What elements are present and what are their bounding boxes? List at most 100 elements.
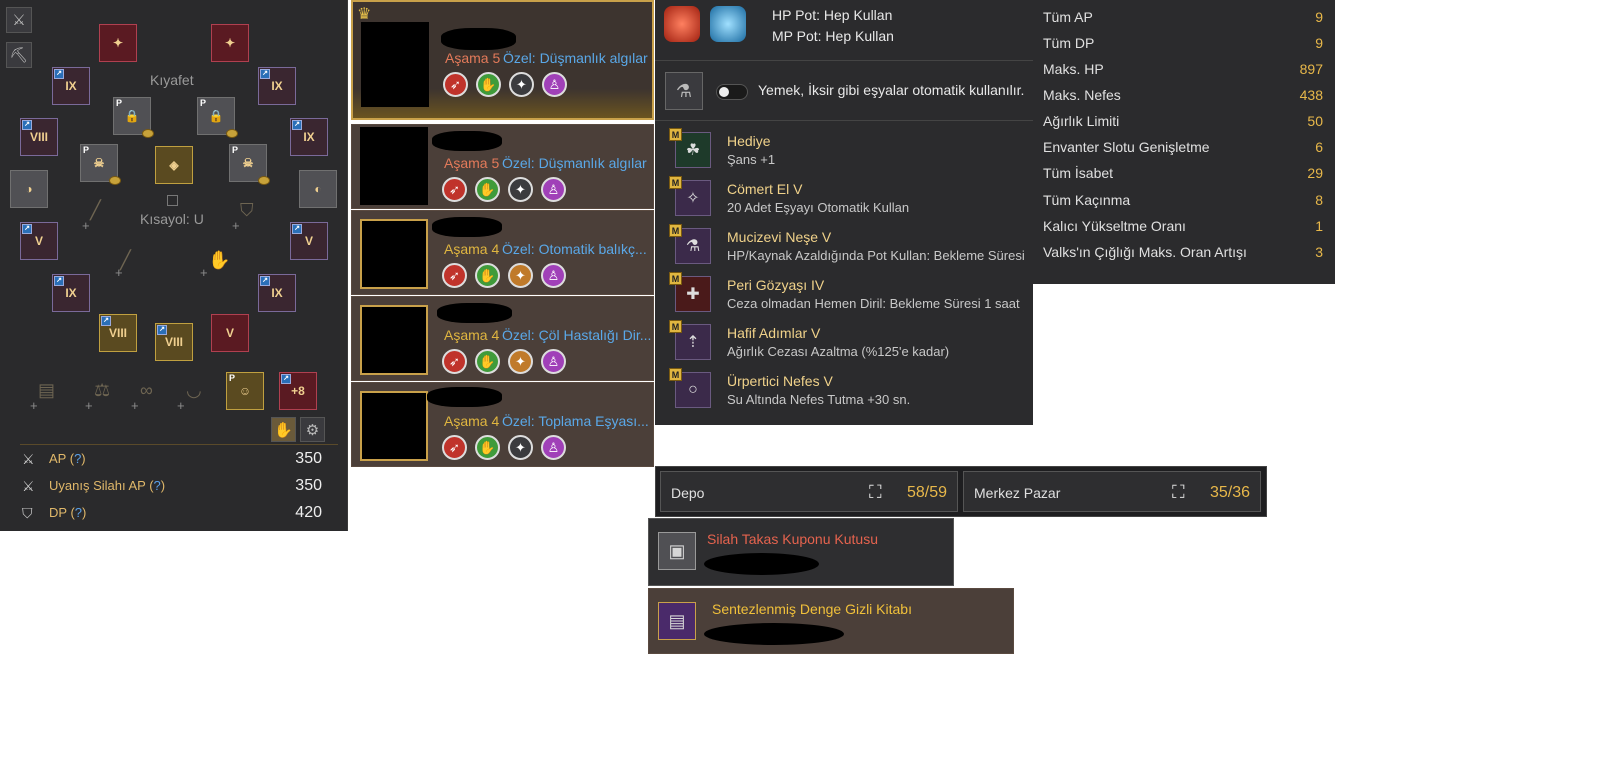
pickaxe-icon[interactable]: ⛏ [6,42,32,68]
mp-potion-icon[interactable] [710,6,746,42]
slot-main-weapon[interactable]: V [211,314,249,352]
hand-skill-icon: ✋ [475,349,500,374]
slot-shoes[interactable]: ↗ VIII [99,314,137,352]
slot-belt-left[interactable]: ↗ VIII [20,118,58,156]
m-badge: M [669,128,682,141]
slot-helmet-outfit[interactable]: ✦ [99,24,137,62]
divider [655,60,1033,61]
pet-card[interactable]: ♛ Aşama 5 Özel: Düşmanlık algılar ➶ ✋ ✦ ♙ [351,0,654,120]
hp-pot-setting[interactable]: HP Pot: Hep Kullan [772,7,892,23]
pet-card[interactable]: Aşama 4 Özel: Otomatik balıkç... ➶ ✋ ✦ ♙ [351,210,654,295]
outfit-label: Kıyafet [150,72,194,88]
pet-list: ♛ Aşama 5 Özel: Düşmanlık algılar ➶ ✋ ✦ ♙ A… [349,0,655,467]
hp-potion-icon[interactable] [664,6,700,42]
compass-skill-icon: ✦ [509,72,534,97]
sword-ghost-icon: ╱ [90,200,101,220]
pet-tier: Aşama 4 [444,241,500,257]
slot-armor-right[interactable]: ◐ [299,170,337,208]
fox-skill-icon: ➶ [442,349,467,374]
m-badge: M [669,176,682,189]
chest-icon: ▣ [658,532,696,570]
pet-special: Özel: Çöl Hastalığı Dir... [502,327,652,343]
slot-earring-left[interactable]: ↗ IX [52,67,90,105]
divider [20,444,338,445]
buff-item: ⇡ M Hafif Adımlar V Ağırlık Cezası Azaltma … [669,320,1039,366]
pet-card[interactable]: Aşama 5 Özel: Düşmanlık algılar ➶ ✋ ✦ ♙ [351,124,654,209]
slot-pet-2[interactable]: P ☠ [229,144,270,185]
storage-depo[interactable]: Depo ⛶ 58/59 [660,471,958,512]
gear-icon[interactable]: ⚙ [300,417,325,442]
buff-item: ✚ M Peri Gözyaşı IV Ceza olmadan Hemen Diri… [669,272,1039,318]
slot-pet-locked-1[interactable]: P 🔒 [113,97,154,138]
hand-skill-icon: ✋ [476,72,501,97]
bag-skill-icon: ♙ [541,177,566,202]
equipment-panel: ⚔ ⛏ Kıyafet Kısayol: U ✦ ✦ ↗ IX ↗ IX P 🔒 P 🔒… [0,0,348,531]
item-card[interactable]: ▤ Sentezlenmiş Denge Gizli Kitabı [648,588,1014,654]
redaction [437,303,512,323]
pet-skills: ➶ ✋ ✦ ♙ [442,263,566,288]
bag-icon: ⛶ [1172,482,1185,502]
lips-ghost-icon: ◡ [186,380,202,400]
stat-ap-value: 350 [295,450,322,467]
bonus-stats-panel: Tüm AP 9 Tüm DP 9 Maks. HP 897 Maks. Nefes 4… [1033,0,1335,284]
m-badge: M [669,320,682,333]
auto-use-toggle[interactable] [716,84,748,100]
slot-alchemy-stone[interactable]: ↗ +8 [279,372,317,410]
compass-skill-icon: ✦ [508,263,533,288]
outfit-checkbox[interactable] [167,195,178,206]
pet-tier: Aşama 4 [444,327,500,343]
slot-gloves[interactable]: ↗ IX [258,274,296,312]
slot-belt-right[interactable]: ↗ IX [290,118,328,156]
hand-skill-icon: ✋ [475,263,500,288]
slot-necklace[interactable]: ↗ IX [52,274,90,312]
stat-row: Maks. HP 897 [1043,61,1323,77]
item-card[interactable]: ▣ Silah Takas Kuponu Kutusu [648,518,954,586]
storage-market[interactable]: Merkez Pazar ⛶ 35/36 [963,471,1261,512]
plus-icon: + [200,265,208,280]
m-badge: M [669,272,682,285]
gloves-ghost-icon: ✋ [208,250,231,270]
crossed-swords-icon[interactable]: ⚔ [6,7,32,33]
hand-skill-icon: ✋ [475,435,500,460]
slot-artifact[interactable]: ◈ [155,146,193,184]
hand-guard-icon[interactable]: ✋ [271,417,296,442]
compass-skill-icon: ✦ [508,177,533,202]
help-link[interactable]: ? [74,451,81,466]
stat-row: Tüm Kaçınma 8 [1043,192,1323,208]
help-link[interactable]: ? [75,505,82,520]
divider [655,120,1033,121]
slot-earring-right[interactable]: ↗ IX [258,67,296,105]
stat-row: Tüm DP 9 [1043,35,1323,51]
m-badge: M [669,368,682,381]
bag-skill-icon: ♙ [541,435,566,460]
pet-portrait [360,127,428,205]
slot-ring-left[interactable]: ↗ V [20,222,58,260]
mp-pot-setting[interactable]: MP Pot: Hep Kullan [772,28,894,44]
slot-companion[interactable]: P ☺ [226,372,264,410]
help-link[interactable]: ? [154,478,161,493]
stat-ap-label: AP [49,451,67,466]
slot-armor-left[interactable]: ◑ [10,170,48,208]
stat-ap: ⚔ AP (?) 350 [22,450,322,467]
pet-special: Özel: Düşmanlık algılar [503,50,648,66]
bag-skill-icon: ♙ [541,349,566,374]
plus-icon: + [232,218,240,233]
fox-skill-icon: ➶ [442,435,467,460]
slot-pet-locked-2[interactable]: P 🔒 [197,97,238,138]
storage-bar: Depo ⛶ 58/59 Merkez Pazar ⛶ 35/36 [655,466,1267,517]
redaction [432,217,502,237]
slot-ring-right[interactable]: ↗ V [290,222,328,260]
bag-skill-icon: ♙ [541,263,566,288]
pet-special: Özel: Toplama Eşyası... [502,413,649,429]
stat-awakening-ap-label: Uyanış Silahı AP [49,478,146,493]
crown-icon: ♛ [357,6,372,23]
stat-row: Envanter Slotu Genişletme 6 [1043,139,1323,155]
buff-item: ○ M Ürpertici Nefes V Su Altında Nefes Tutm… [669,368,1039,414]
slot-ring-outfit[interactable]: ✦ [211,24,249,62]
slot-pet-1[interactable]: P ☠ [80,144,121,185]
buff-item: ☘ M Hediye Şans +1 [669,128,1039,174]
pet-card[interactable]: Aşama 4 Özel: Çöl Hastalığı Dir... ➶ ✋ ✦ ♙ [351,296,654,381]
slot-armor[interactable]: ↗ VIII [155,323,193,361]
pet-card[interactable]: Aşama 4 Özel: Toplama Eşyası... ➶ ✋ ✦ ♙ [351,382,654,467]
stat-awakening-ap-value: 350 [295,477,322,494]
